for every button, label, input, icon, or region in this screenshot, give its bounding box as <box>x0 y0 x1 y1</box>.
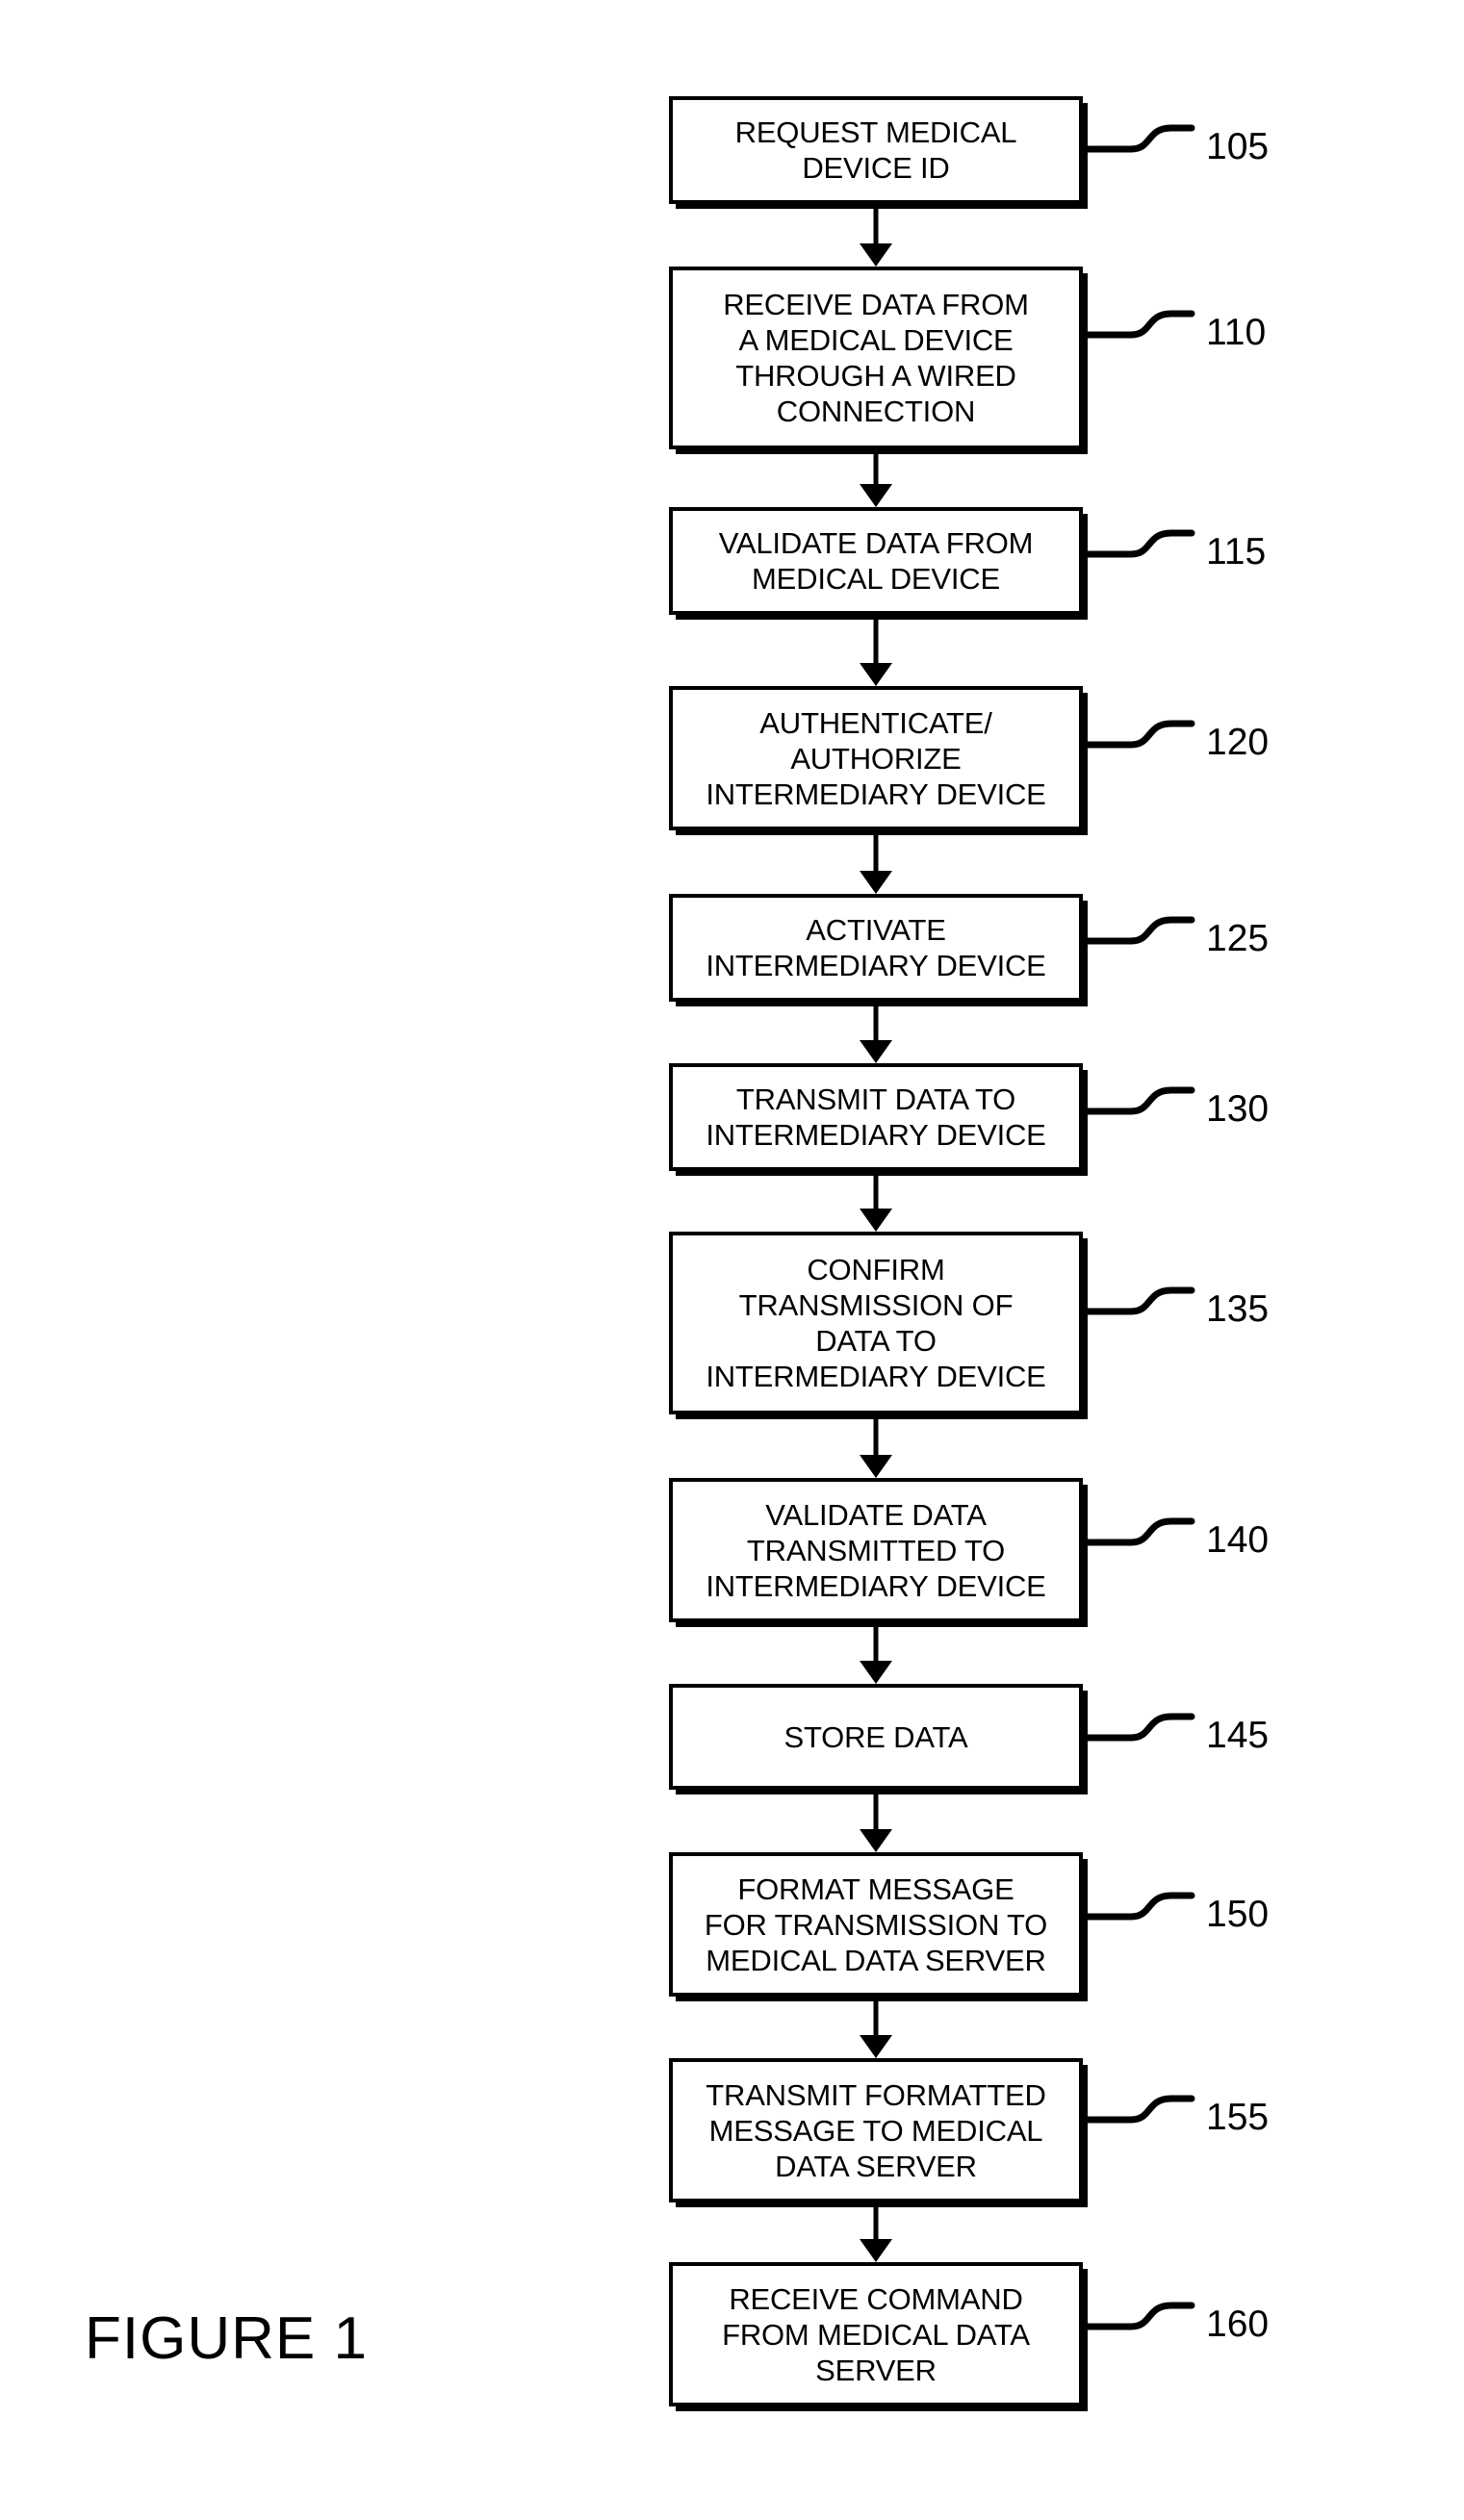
process-box-label-130: TRANSMIT DATA TO INTERMEDIARY DEVICE <box>706 1082 1046 1152</box>
reference-number-145: 145 <box>1206 1715 1270 1756</box>
process-box-label-110: RECEIVE DATA FROM A MEDICAL DEVICE THROU… <box>723 288 1029 428</box>
process-box-label-140: VALIDATE DATA TRANSMITTED TO INTERMEDIAR… <box>706 1497 1046 1603</box>
figure-caption: FIGURE 1 <box>85 2305 368 2372</box>
reference-number-130: 130 <box>1206 1088 1270 1130</box>
process-box-label-150: FORMAT MESSAGE FOR TRANSMISSION TO MEDIC… <box>704 1871 1048 1977</box>
process-box-label-160: RECEIVE COMMAND FROM MEDICAL DATA SERVER <box>722 2281 1030 2387</box>
process-box-label-115: VALIDATE DATA FROM MEDICAL DEVICE <box>718 526 1034 596</box>
patent-figure-page: REQUEST MEDICAL DEVICE ID 105 RECEIVE DATA… <box>0 0 1464 2520</box>
reference-number-105: 105 <box>1206 126 1270 167</box>
process-box-label-135: CONFIRM TRANSMISSION OF DATA TO INTERMED… <box>706 1253 1046 1393</box>
process-box-155: TRANSMIT FORMATTED MESSAGE TO MEDICAL DA… <box>669 2058 1083 2202</box>
process-box-110: RECEIVE DATA FROM A MEDICAL DEVICE THROU… <box>669 267 1083 449</box>
process-box-130: TRANSMIT DATA TO INTERMEDIARY DEVICE <box>669 1063 1083 1171</box>
reference-number-150: 150 <box>1206 1894 1270 1935</box>
reference-number-115: 115 <box>1206 531 1267 573</box>
reference-number-140: 140 <box>1206 1519 1270 1561</box>
process-box-105: REQUEST MEDICAL DEVICE ID <box>669 96 1083 204</box>
reference-number-135: 135 <box>1206 1288 1270 1330</box>
process-box-145: STORE DATA <box>669 1684 1083 1790</box>
reference-number-155: 155 <box>1206 2097 1270 2138</box>
process-box-label-155: TRANSMIT FORMATTED MESSAGE TO MEDICAL DA… <box>706 2077 1046 2183</box>
process-box-120: AUTHENTICATE/ AUTHORIZE INTERMEDIARY DEV… <box>669 686 1083 830</box>
process-box-160: RECEIVE COMMAND FROM MEDICAL DATA SERVER <box>669 2262 1083 2406</box>
reference-number-160: 160 <box>1206 2304 1270 2345</box>
process-box-label-125: ACTIVATE INTERMEDIARY DEVICE <box>706 913 1046 982</box>
process-box-label-120: AUTHENTICATE/ AUTHORIZE INTERMEDIARY DEV… <box>706 705 1046 811</box>
reference-number-120: 120 <box>1206 722 1270 763</box>
process-box-140: VALIDATE DATA TRANSMITTED TO INTERMEDIAR… <box>669 1478 1083 1622</box>
process-box-label-145: STORE DATA <box>783 1719 968 1754</box>
flowchart-nodes-layer: REQUEST MEDICAL DEVICE ID 105 RECEIVE DATA… <box>0 0 1464 2520</box>
process-box-150: FORMAT MESSAGE FOR TRANSMISSION TO MEDIC… <box>669 1852 1083 1997</box>
process-box-label-105: REQUEST MEDICAL DEVICE ID <box>734 115 1017 185</box>
process-box-125: ACTIVATE INTERMEDIARY DEVICE <box>669 894 1083 1002</box>
reference-number-125: 125 <box>1206 918 1270 959</box>
reference-number-110: 110 <box>1206 312 1267 353</box>
process-box-135: CONFIRM TRANSMISSION OF DATA TO INTERMED… <box>669 1232 1083 1414</box>
process-box-115: VALIDATE DATA FROM MEDICAL DEVICE <box>669 507 1083 615</box>
